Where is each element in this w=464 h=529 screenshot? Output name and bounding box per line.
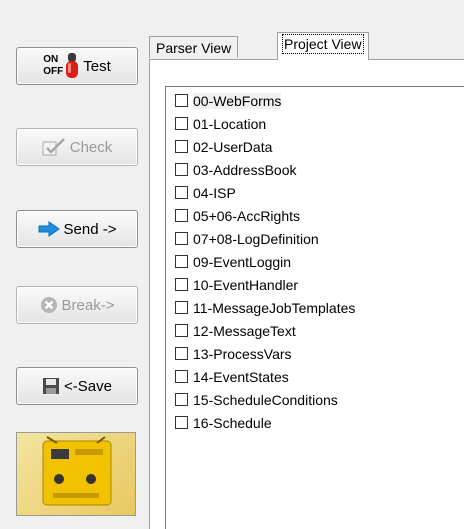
list-item[interactable]: 16-Schedule — [175, 411, 272, 434]
tab-parser-view-label: Parser View — [156, 40, 232, 56]
list-item-label: 15-ScheduleConditions — [193, 391, 338, 408]
checkbox[interactable] — [175, 140, 188, 153]
list-item[interactable]: 11-MessageJobTemplates — [175, 296, 355, 319]
tab-project-view[interactable]: Project View — [277, 32, 369, 60]
list-item-label: 03-AddressBook — [193, 161, 297, 178]
list-item-label: 09-EventLoggin — [193, 253, 292, 270]
list-item-label: 01-Location — [193, 115, 267, 132]
list-item[interactable]: 12-MessageText — [175, 319, 296, 342]
list-item[interactable]: 02-UserData — [175, 135, 272, 158]
list-item-label: 14-EventStates — [193, 368, 289, 385]
tab-parser-view[interactable]: Parser View — [149, 36, 239, 58]
on-off-switch-icon — [65, 53, 79, 79]
test-button[interactable]: ON OFF Test — [16, 47, 138, 85]
send-button[interactable]: Send -> — [16, 210, 138, 248]
check-label: Check — [69, 138, 113, 156]
list-item[interactable]: 14-EventStates — [175, 365, 289, 388]
break-label: Break-> — [61, 296, 115, 314]
checkbox[interactable] — [175, 255, 188, 268]
checkbox[interactable] — [175, 209, 188, 222]
project-checklist: 00-WebForms 01-Location 02-UserData 03-Addr… — [165, 86, 464, 529]
floppy-disk-icon — [42, 377, 60, 395]
list-item[interactable]: 10-EventHandler — [175, 273, 298, 296]
list-item-label: 00-WebForms — [193, 92, 282, 109]
break-icon — [40, 296, 58, 314]
checkbox[interactable] — [175, 324, 188, 337]
list-item[interactable]: 04-ISP — [175, 181, 236, 204]
toolbar: ON OFF Test Check Send -> Break-> <-Save — [0, 0, 150, 529]
list-item[interactable]: 00-WebForms — [175, 89, 282, 112]
list-item-label: 02-UserData — [193, 138, 273, 155]
list-item[interactable]: 13-ProcessVars — [175, 342, 292, 365]
device-thumbnail — [16, 432, 136, 516]
list-item-label: 07+08-LogDefinition — [193, 230, 319, 247]
list-item[interactable]: 09-EventLoggin — [175, 250, 291, 273]
list-item[interactable]: 05+06-AccRights — [175, 204, 300, 227]
send-label: Send -> — [63, 220, 117, 238]
break-button[interactable]: Break-> — [16, 286, 138, 324]
save-label: <-Save — [64, 377, 112, 395]
list-item-label: 12-MessageText — [193, 322, 296, 339]
list-item-label: 05+06-AccRights — [193, 207, 301, 224]
checkbox[interactable] — [175, 94, 188, 107]
on-off-labels: ON OFF — [43, 54, 63, 78]
checkbox[interactable] — [175, 416, 188, 429]
checkbox[interactable] — [175, 278, 188, 291]
test-label: Test — [83, 57, 111, 75]
list-item[interactable]: 07+08-LogDefinition — [175, 227, 319, 250]
checkbox[interactable] — [175, 186, 188, 199]
tab-project-view-label: Project View — [282, 34, 364, 54]
checkbox[interactable] — [175, 301, 188, 314]
checkbox[interactable] — [175, 393, 188, 406]
list-item-label: 04-ISP — [193, 184, 236, 201]
list-item-label: 16-Schedule — [193, 414, 272, 431]
on-label: ON — [43, 54, 59, 65]
off-label: OFF — [43, 66, 64, 77]
checkbox[interactable] — [175, 117, 188, 130]
list-item[interactable]: 01-Location — [175, 112, 266, 135]
check-button[interactable]: Check — [16, 128, 138, 166]
checkbox[interactable] — [175, 370, 188, 383]
list-item-label: 13-ProcessVars — [193, 345, 292, 362]
checkbox[interactable] — [175, 232, 188, 245]
checkbox[interactable] — [175, 163, 188, 176]
save-button[interactable]: <-Save — [16, 367, 138, 405]
list-item-label: 10-EventHandler — [193, 276, 299, 293]
send-arrow-icon — [38, 221, 60, 237]
checkbox[interactable] — [175, 347, 188, 360]
check-icon — [42, 137, 66, 157]
list-item[interactable]: 15-ScheduleConditions — [175, 388, 338, 411]
list-item-label: 11-MessageJobTemplates — [193, 299, 356, 316]
list-item[interactable]: 03-AddressBook — [175, 158, 297, 181]
